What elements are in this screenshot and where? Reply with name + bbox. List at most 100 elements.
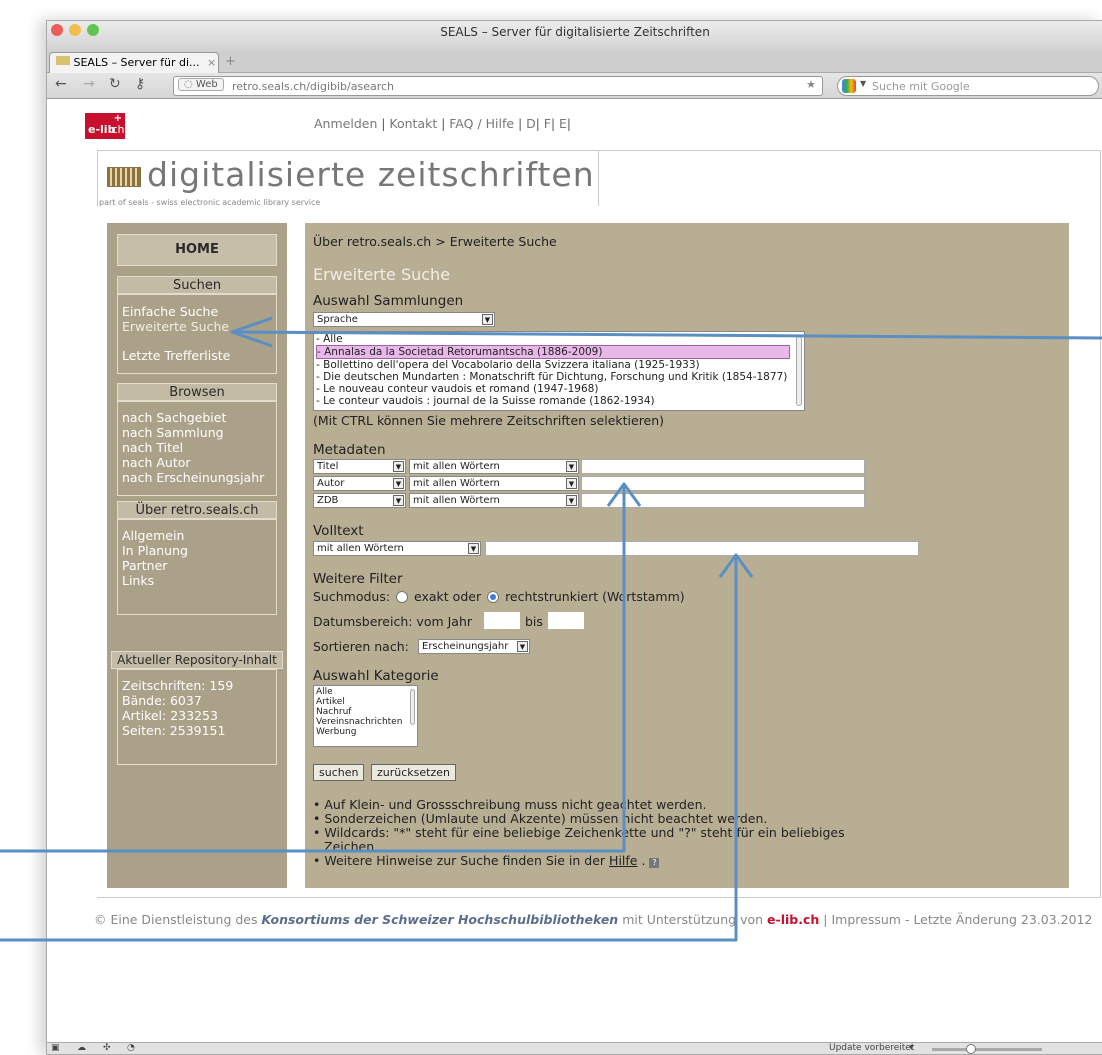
fulltext-mode-select[interactable]: mit allen Wörtern ▼ bbox=[313, 541, 481, 556]
new-tab-button[interactable]: + bbox=[225, 54, 236, 69]
collections-listbox[interactable]: - Alle - Annalas da la Societad Retoruma… bbox=[313, 331, 805, 411]
bookmark-star-icon[interactable]: ★ bbox=[806, 78, 816, 91]
cloud-icon[interactable]: ☁ bbox=[77, 1043, 86, 1053]
metadata-author-input[interactable] bbox=[581, 476, 865, 491]
contact-link[interactable]: Kontakt bbox=[389, 116, 437, 131]
key-icon[interactable]: ⚷ bbox=[135, 76, 145, 92]
login-link[interactable]: Anmelden bbox=[314, 116, 377, 131]
nav-separator: | bbox=[566, 117, 571, 131]
list-item[interactable]: - Die deutschen Mundarten : Monatschrift… bbox=[316, 371, 804, 383]
listbox-scrollbar[interactable] bbox=[796, 336, 802, 406]
list-item[interactable]: - Alle bbox=[316, 333, 804, 345]
category-scrollbar[interactable] bbox=[410, 689, 415, 725]
breadcrumb-home-link[interactable]: Über retro.seals.ch bbox=[313, 234, 431, 249]
sidebar-item-browse[interactable]: nach Erscheinungsjahr bbox=[122, 470, 276, 485]
date-to-input[interactable] bbox=[548, 612, 584, 629]
zoom-slider[interactable] bbox=[932, 1044, 1042, 1054]
category-listbox[interactable]: Alle Artikel Nachruf Vereinsnachrichten … bbox=[313, 685, 418, 747]
chevron-down-icon[interactable]: ▼ bbox=[566, 478, 577, 489]
lang-e-link[interactable]: E bbox=[559, 116, 567, 131]
sidebar-item-browse[interactable]: nach Sammlung bbox=[122, 425, 276, 440]
sidebar-item-about[interactable]: Links bbox=[122, 573, 276, 588]
collections-header: Auswahl Sammlungen bbox=[313, 293, 464, 309]
chevron-down-icon[interactable]: ▼ bbox=[393, 461, 404, 472]
close-tab-icon[interactable]: × bbox=[207, 56, 216, 69]
sidebar-item-browse[interactable]: nach Autor bbox=[122, 455, 276, 470]
date-from-input[interactable] bbox=[484, 612, 520, 629]
home-button[interactable]: HOME bbox=[117, 234, 277, 266]
collection-filter-select[interactable]: Sprache ▼ bbox=[313, 312, 495, 327]
metadata-mode-select[interactable]: mit allen Wörtern ▼ bbox=[409, 476, 579, 491]
chevron-down-icon[interactable]: ▼ bbox=[393, 495, 404, 506]
search-button[interactable]: suchen bbox=[313, 764, 365, 781]
help-icon[interactable]: ? bbox=[649, 858, 660, 868]
metadata-field-select[interactable]: Titel ▼ bbox=[313, 459, 406, 474]
address-bar[interactable]: ◌ Web retro.seals.ch/digibib/asearch ★ bbox=[173, 76, 823, 96]
sort-label: Sortieren nach: bbox=[313, 639, 409, 654]
zoom-slider-handle[interactable] bbox=[966, 1044, 976, 1054]
consortium-link[interactable]: Konsortiums der Schweizer Hochschulbibli… bbox=[261, 912, 618, 927]
metadata-field-select[interactable]: Autor ▼ bbox=[313, 476, 406, 491]
elib-link[interactable]: e-lib.ch bbox=[767, 912, 819, 927]
breadcrumb-current: Erweiterte Suche bbox=[449, 234, 557, 249]
chevron-down-icon[interactable]: ▼ bbox=[517, 641, 528, 652]
metadata-zdb-input[interactable] bbox=[581, 493, 865, 508]
list-item[interactable]: Alle bbox=[314, 687, 417, 697]
fulltext-input[interactable] bbox=[485, 541, 919, 556]
sidebar-item-simple-search[interactable]: Einfache Suche bbox=[122, 304, 276, 319]
chevron-down-icon[interactable]: ▼ bbox=[393, 478, 404, 489]
sidebar-item-browse[interactable]: nach Sachgebiet bbox=[122, 410, 276, 425]
sidebar-item-advanced-search[interactable]: Erweiterte Suche bbox=[122, 319, 276, 334]
list-item[interactable]: Nachruf bbox=[314, 707, 417, 717]
back-icon[interactable]: ← bbox=[55, 76, 67, 92]
hint-text: Sonderzeichen (Umlaute und Akzente) müss… bbox=[324, 811, 768, 826]
browser-tab[interactable]: SEALS – Server für di... × bbox=[49, 52, 219, 73]
puzzle-icon[interactable]: ✣ bbox=[103, 1043, 111, 1053]
list-item[interactable]: - Annalas da la Societad Retorumantscha … bbox=[316, 345, 790, 359]
reset-button[interactable]: zurücksetzen bbox=[371, 764, 456, 781]
hint-item: Zeichen. bbox=[313, 840, 845, 854]
chevron-down-icon[interactable]: ▼ bbox=[566, 495, 577, 506]
about-section-header: Über retro.seals.ch bbox=[117, 501, 277, 519]
console-icon[interactable]: ▣ bbox=[51, 1043, 60, 1053]
chevron-down-icon[interactable]: ▼ bbox=[482, 314, 493, 325]
help-link[interactable]: Hilfe bbox=[609, 853, 637, 868]
chevron-down-icon[interactable]: ▼ bbox=[468, 543, 479, 554]
sidebar-item-last-results[interactable]: Letzte Trefferliste bbox=[122, 348, 276, 363]
url-text[interactable]: retro.seals.ch/digibib/asearch bbox=[232, 80, 394, 93]
search-engine-chevron-icon[interactable]: ▼ bbox=[860, 79, 866, 88]
list-item[interactable]: Artikel bbox=[314, 697, 417, 707]
search-mode-exact-radio[interactable] bbox=[396, 591, 409, 603]
metadata-mode-select[interactable]: mit allen Wörtern ▼ bbox=[409, 493, 579, 508]
sidebar-item-about[interactable]: Partner bbox=[122, 558, 276, 573]
list-item[interactable]: Werbung bbox=[314, 727, 417, 737]
reload-icon[interactable]: ↻ bbox=[109, 76, 121, 92]
lang-f-link[interactable]: F bbox=[544, 116, 551, 131]
elib-logo-ch: .ch bbox=[108, 123, 125, 136]
metadata-field-select[interactable]: ZDB ▼ bbox=[313, 493, 406, 508]
list-item[interactable]: Vereinsnachrichten bbox=[314, 717, 417, 727]
site-title[interactable]: digitalisierte zeitschriften bbox=[147, 155, 595, 194]
list-item[interactable]: - Le conteur vaudois : journal de la Sui… bbox=[316, 395, 804, 407]
filter-header: Weitere Filter bbox=[313, 571, 403, 587]
list-item[interactable]: - Le nouveau conteur vaudois et romand (… bbox=[316, 383, 804, 395]
sort-select[interactable]: Erscheinungsjahr ▼ bbox=[418, 639, 530, 654]
speedometer-icon[interactable]: ◔ bbox=[127, 1043, 135, 1053]
chevron-down-icon[interactable]: ▼ bbox=[566, 461, 577, 472]
sidebar-item-about[interactable]: In Planung bbox=[122, 543, 276, 558]
nav-separator: | bbox=[550, 117, 556, 131]
list-item[interactable]: - Bollettino dell'opera del Vocabolario … bbox=[316, 359, 804, 371]
metadata-mode-select[interactable]: mit allen Wörtern ▼ bbox=[409, 459, 579, 474]
metadata-title-input[interactable] bbox=[581, 459, 865, 474]
forward-icon[interactable]: → bbox=[83, 76, 95, 92]
date-range-label: Datumsbereich: vom Jahr bbox=[313, 614, 473, 629]
chevron-down-icon[interactable]: ▾ bbox=[909, 1043, 914, 1053]
search-mode-truncated-radio[interactable] bbox=[487, 591, 500, 603]
elib-logo[interactable]: e-lib .ch + bbox=[85, 113, 125, 139]
faq-link[interactable]: FAQ / Hilfe bbox=[449, 116, 514, 131]
sidebar-item-browse[interactable]: nach Titel bbox=[122, 440, 276, 455]
google-search-field[interactable]: ▼ Suche mit Google bbox=[837, 76, 1099, 96]
lang-d-link[interactable]: D bbox=[526, 116, 536, 131]
impressum-link[interactable]: Impressum bbox=[831, 912, 900, 927]
sidebar-item-about[interactable]: Allgemein bbox=[122, 528, 276, 543]
